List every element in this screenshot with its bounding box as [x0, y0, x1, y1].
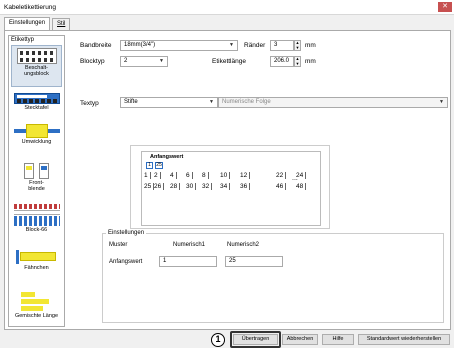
sidebar-item-label: Front-blende	[28, 180, 45, 192]
chevron-down-icon: ▼	[229, 42, 234, 48]
preview-start-box: 1	[146, 162, 153, 169]
preview-number: 2	[154, 172, 161, 179]
chevron-down-icon: ▼	[159, 58, 164, 64]
faceplate-icon	[22, 163, 52, 179]
sidebar-item-label: Block-66	[25, 227, 48, 233]
etikettlaenge-label: Etikettlänge	[212, 58, 246, 65]
standard-button[interactable]: Standardwert wiederherstellen	[358, 334, 450, 345]
sidebar-item-frontblende[interactable]: Front-blende	[11, 161, 62, 195]
column-numerisch1: Numerisch1	[173, 242, 206, 248]
chevron-down-icon: ▼	[209, 99, 214, 105]
chevron-down-icon: ▼	[439, 99, 444, 105]
etikettlaenge-input[interactable]: 206.0	[270, 56, 294, 67]
window-title: Kabeletikettierung	[4, 4, 57, 11]
preview-number: 30	[186, 183, 197, 190]
sidebar-header: Etikettyp	[11, 37, 35, 43]
sidebar-item-stecktafel[interactable]: Stecktafel	[11, 91, 62, 119]
label-preview: Anfangswert 1 25 1 2 4 6 8 10 12 22 24 25 26 28 30 3…	[130, 145, 330, 229]
sidebar-item-faehnchen[interactable]: Fähnchen	[11, 248, 62, 284]
uebertragen-button[interactable]: Übertragen	[233, 334, 278, 345]
preview-number: 25	[144, 183, 155, 190]
block-66-icon	[13, 204, 60, 226]
preview-number: 28	[170, 183, 181, 190]
muster-label: Muster	[109, 242, 128, 248]
preview-number: 1	[144, 172, 151, 179]
preview-heading: Anfangswert	[150, 154, 184, 160]
start-value-input-1[interactable]: 1	[159, 256, 217, 267]
sidebar-item-label: Stecktafel	[24, 105, 49, 111]
title-bar: Kabeletikettierung ✕	[0, 0, 454, 15]
raender-label: Ränder	[244, 42, 266, 49]
abbrechen-button[interactable]: Abbrechen	[282, 334, 318, 345]
preview-number: 46	[276, 183, 287, 190]
raender-unit: mm	[305, 42, 316, 49]
tab-einstellungen[interactable]: Einstellungen	[4, 17, 51, 30]
preview-number: 48	[296, 183, 307, 190]
blocktyp-label: Blocktyp	[80, 58, 105, 65]
hilfe-button[interactable]: Hilfe	[322, 334, 354, 345]
sidebar-item-label: Fähnchen	[24, 265, 49, 271]
settings-group: Einstellungen Muster Numerisch1 Numerisc…	[102, 230, 444, 323]
textyp-select[interactable]: Stifte ▼	[120, 97, 218, 108]
sidebar-item-block-66[interactable]: Block-66	[11, 202, 62, 242]
preview-number: 22	[276, 172, 287, 179]
wrap-icon	[13, 124, 60, 138]
tab-stil[interactable]: Stil	[52, 18, 71, 30]
preview-number: 12	[240, 172, 251, 179]
textyp-label: Textyp	[80, 100, 99, 107]
close-icon[interactable]: ✕	[438, 2, 452, 12]
callout-number: 1	[211, 333, 225, 347]
sidebar-item-beschaltungsblock[interactable]: Beschalt-ungsblock	[11, 45, 62, 87]
preview-number: 6	[186, 172, 193, 179]
terminal-block-icon	[16, 48, 57, 64]
etikettlaenge-unit: mm	[305, 58, 316, 65]
patch-panel-icon	[13, 93, 60, 104]
preview-dots: ...	[292, 175, 298, 182]
preview-start-box: 25	[155, 162, 163, 169]
preview-frame: Anfangswert 1 25 1 2 4 6 8 10 12 22 24 25 26 28 30 3…	[141, 151, 321, 226]
column-numerisch2: Numerisch2	[227, 242, 260, 248]
preview-number: 36	[240, 183, 251, 190]
preview-number: 10	[220, 172, 231, 179]
bandbreite-label: Bandbreite	[80, 42, 112, 49]
etikettlaenge-stepper[interactable]: ▲ ▼	[294, 56, 301, 67]
sidebar-item-label: Beschalt-ungsblock	[24, 65, 49, 77]
label-type-sidebar: Etikettyp Beschalt-ungsblock Stecktafel …	[8, 35, 65, 327]
sidebar-item-umwicklung[interactable]: Umwicklung	[11, 122, 62, 154]
settings-title: Einstellungen	[106, 230, 147, 236]
preview-number: 26	[154, 183, 165, 190]
bandbreite-select[interactable]: 18mm(3/4") ▼	[120, 40, 238, 51]
raender-input[interactable]: 3	[270, 40, 294, 51]
sequence-select[interactable]: Numerische Folge ▼	[218, 97, 448, 108]
mixed-length-icon	[17, 292, 57, 312]
preview-number: 32	[202, 183, 213, 190]
flag-icon	[14, 250, 60, 264]
preview-number: 34	[220, 183, 231, 190]
preview-number: 4	[170, 172, 177, 179]
anfangswert-label: Anfangswert	[109, 259, 143, 265]
sidebar-item-label: Gemischte Länge	[14, 313, 59, 319]
sidebar-item-gemischte-laenge[interactable]: Gemischte Länge	[11, 290, 62, 326]
raender-stepper[interactable]: ▲ ▼	[294, 40, 301, 51]
preview-number: 8	[202, 172, 209, 179]
sidebar-item-label: Umwicklung	[21, 139, 52, 145]
start-value-input-2[interactable]: 25	[225, 256, 283, 267]
blocktyp-select[interactable]: 2 ▼	[120, 56, 168, 67]
